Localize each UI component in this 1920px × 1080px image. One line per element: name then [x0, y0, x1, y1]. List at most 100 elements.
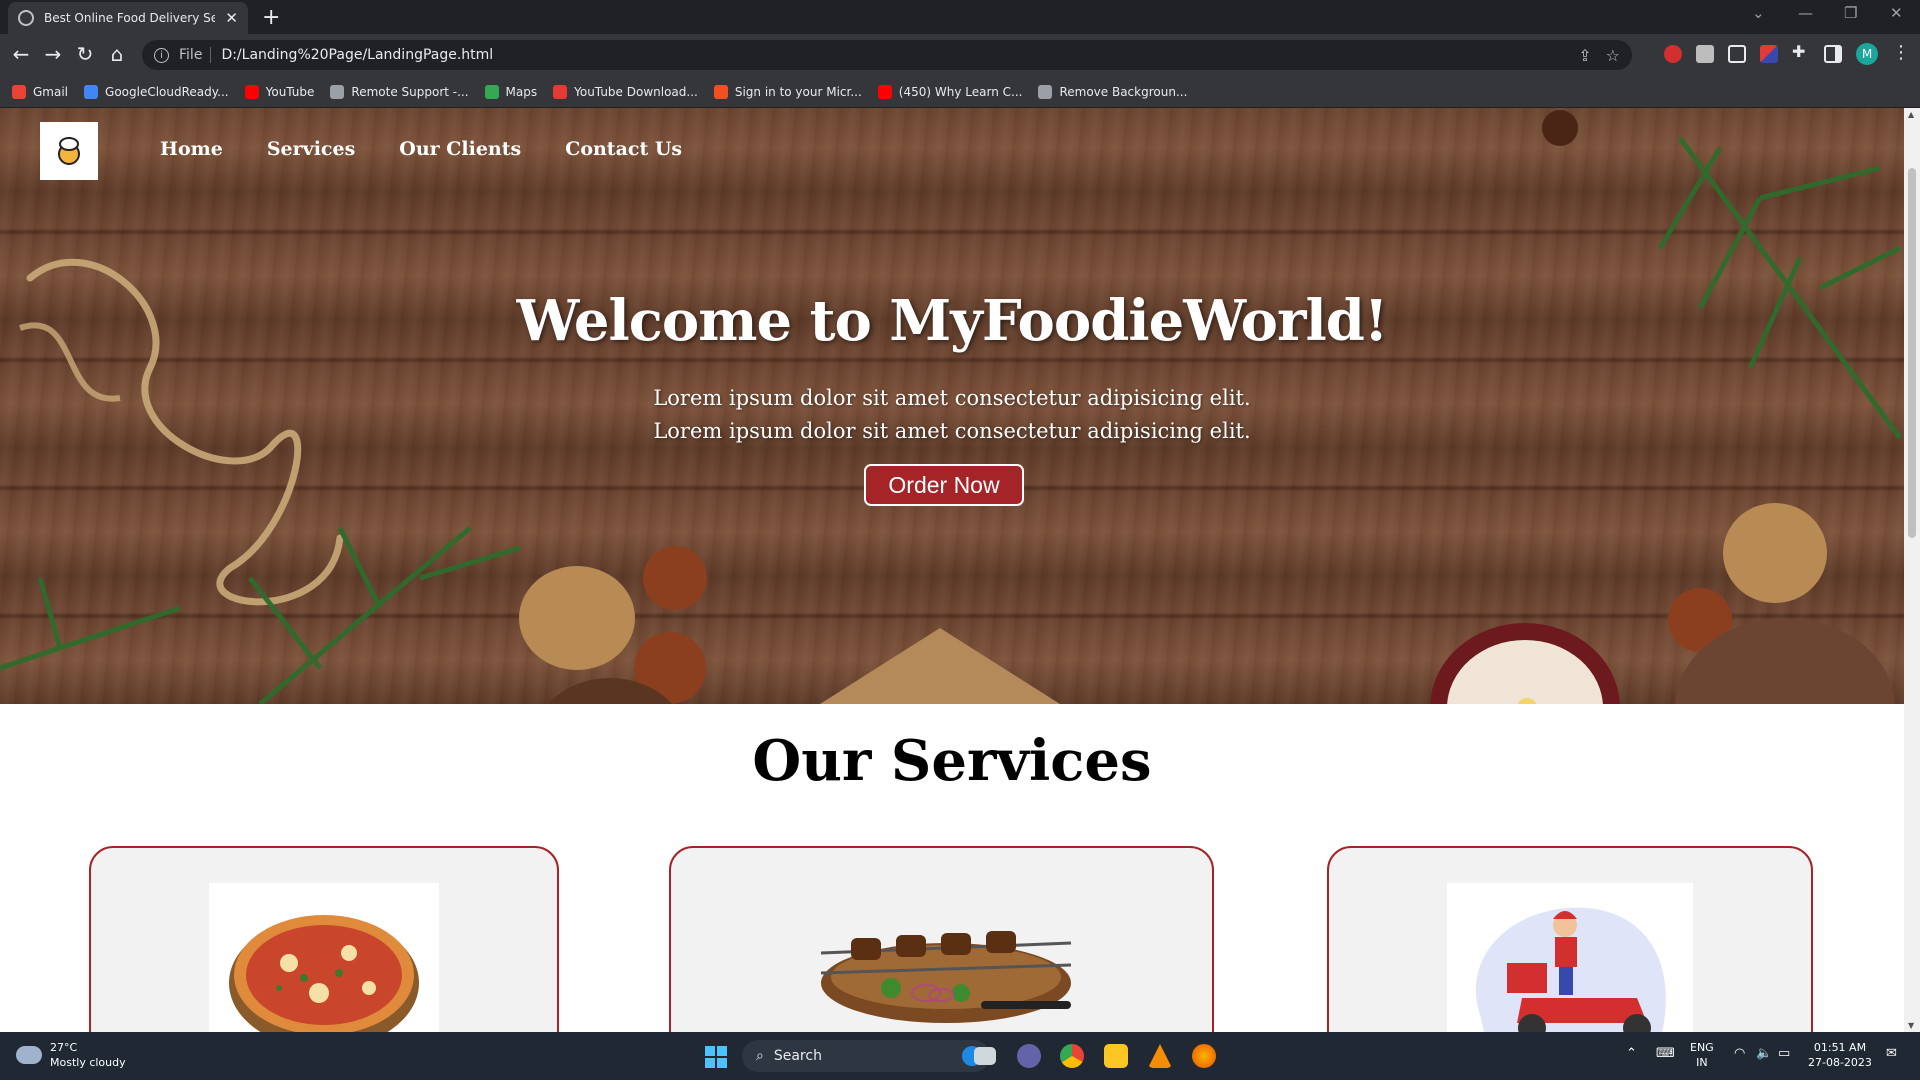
services-title: Our Services: [752, 728, 1152, 794]
kebab-image: [801, 883, 1091, 1032]
browser-tab-bar: Best Online Food Delivery Servic ✕ + ⌄ —…: [0, 0, 1920, 34]
hero-section: Home Services Our Clients Contact Us Welcom…: [0, 108, 1904, 704]
menu-icon[interactable]: ⋮: [1892, 42, 1910, 63]
notifications-icon[interactable]: ✉: [1886, 1046, 1897, 1061]
language-code: ENG: [1690, 1041, 1714, 1054]
taskbar-search[interactable]: ⌕ Search: [742, 1040, 990, 1072]
profile-avatar[interactable]: M: [1856, 43, 1878, 65]
service-card-pizza[interactable]: [89, 846, 559, 1032]
bookmark-item[interactable]: YouTube Download...: [553, 84, 698, 99]
extension-icon[interactable]: [1760, 45, 1778, 63]
windows-start-icon[interactable]: [705, 1046, 727, 1068]
back-button[interactable]: ←: [8, 42, 34, 66]
reload-button[interactable]: ↻: [72, 42, 98, 66]
bookmark-item[interactable]: (450) Why Learn C...: [877, 84, 1023, 99]
scrollbar-thumb[interactable]: [1908, 168, 1916, 538]
nav-link-contact-us[interactable]: Contact Us: [565, 138, 682, 160]
download-icon: [553, 84, 568, 99]
teams-icon[interactable]: [1017, 1044, 1041, 1068]
youtube-icon: [244, 84, 259, 99]
taskbar-search-label: Search: [773, 1048, 822, 1064]
site-navbar: Home Services Our Clients Contact Us: [0, 108, 1904, 196]
youtube-icon: [877, 84, 892, 99]
clock-date: 27-08-2023: [1808, 1056, 1872, 1069]
weather-condition: Mostly cloudy: [50, 1056, 126, 1069]
tab-search-icon[interactable]: ⌄: [1752, 4, 1765, 22]
pizza-image: [209, 883, 439, 1032]
extension-icon[interactable]: [1696, 45, 1714, 63]
firefox-icon[interactable]: [1192, 1044, 1216, 1068]
order-now-button[interactable]: Order Now: [864, 464, 1024, 506]
bookmark-label: Remove Backgroun...: [1059, 84, 1188, 99]
side-panel-icon[interactable]: [1824, 45, 1842, 63]
home-button[interactable]: ⌂: [104, 42, 130, 66]
bookmark-item[interactable]: GoogleCloudReady...: [84, 84, 229, 99]
cloud-icon: [16, 1046, 42, 1064]
remote-support-icon: [330, 84, 345, 99]
bookmark-label: YouTube: [265, 84, 315, 99]
site-logo[interactable]: [40, 122, 98, 180]
file-explorer-icon[interactable]: [1104, 1044, 1128, 1068]
hero-subtitle-line-1: Lorem ipsum dolor sit amet consectetur a…: [653, 386, 1251, 410]
temperature: 27°C: [50, 1041, 78, 1054]
volume-muted-icon[interactable]: 🔈: [1756, 1046, 1772, 1061]
address-bar[interactable]: i File D:/Landing%20Page/LandingPage.htm…: [142, 40, 1632, 70]
page-scrollbar[interactable]: ▲ ▼: [1904, 108, 1920, 1032]
bookmark-label: Sign in to your Micr...: [734, 84, 862, 99]
nav-links: Home Services Our Clients Contact Us: [160, 138, 682, 160]
close-window-button[interactable]: ✕: [1890, 4, 1903, 22]
bookmark-item[interactable]: Gmail: [12, 84, 69, 99]
restore-button[interactable]: ❐: [1844, 4, 1857, 22]
nav-link-home[interactable]: Home: [160, 138, 223, 160]
gmail-icon: [12, 84, 26, 99]
google-icon: [84, 84, 99, 99]
bookmarks-bar: Gmail GoogleCloudReady... YouTube Remote Su…: [0, 76, 1920, 108]
chrome-icon[interactable]: [1060, 1044, 1084, 1068]
puzzle-icon[interactable]: ✚: [1792, 42, 1810, 61]
hero-title: Welcome to MyFoodieWorld!: [516, 288, 1389, 354]
clock[interactable]: 01:51 AM 27-08-2023: [1808, 1040, 1872, 1070]
forward-button[interactable]: →: [40, 42, 66, 66]
language-indicator[interactable]: ENG IN: [1690, 1040, 1714, 1070]
bookmark-label: (450) Why Learn C...: [898, 84, 1023, 99]
extension-icon[interactable]: [1664, 45, 1682, 63]
delivery-scooter-image: [1447, 883, 1693, 1032]
new-tab-button[interactable]: +: [262, 5, 280, 30]
bookmark-item[interactable]: YouTube: [244, 84, 315, 99]
close-tab-icon[interactable]: ✕: [225, 9, 238, 27]
tray-chevron-icon[interactable]: ⌃: [1626, 1046, 1637, 1061]
bookmark-item[interactable]: Sign in to your Micr...: [713, 84, 862, 99]
globe-icon: [18, 10, 34, 26]
bookmark-item[interactable]: Remote Support -...: [330, 84, 469, 99]
vlc-icon[interactable]: [1148, 1044, 1172, 1068]
extension-icon[interactable]: [1728, 45, 1746, 63]
minimize-button[interactable]: —: [1798, 4, 1813, 22]
scroll-up-arrow-icon[interactable]: ▲: [1908, 110, 1914, 119]
info-icon[interactable]: i: [154, 47, 169, 63]
tab-title: Best Online Food Delivery Servic: [44, 11, 216, 25]
keyboard-icon[interactable]: ⌨: [1656, 1046, 1675, 1061]
bookmark-label: GoogleCloudReady...: [105, 84, 229, 99]
url-text[interactable]: D:/Landing%20Page/LandingPage.html: [221, 47, 493, 63]
bookmark-item[interactable]: Maps: [484, 84, 537, 99]
bookmark-label: Gmail: [33, 84, 69, 99]
microsoft-icon: [713, 84, 728, 99]
weather-widget[interactable]: 27°C Mostly cloudy: [16, 1040, 126, 1070]
scroll-down-arrow-icon[interactable]: ▼: [1908, 1021, 1914, 1030]
maps-icon: [484, 84, 499, 99]
nav-link-our-clients[interactable]: Our Clients: [399, 138, 521, 160]
browser-tab-active[interactable]: Best Online Food Delivery Servic ✕: [8, 2, 248, 34]
remove-bg-icon: [1038, 84, 1053, 99]
bookmark-item[interactable]: Remove Backgroun...: [1038, 84, 1188, 99]
chef-logo-icon: [58, 137, 80, 165]
service-card-delivery[interactable]: [1327, 846, 1813, 1032]
search-icon: ⌕: [756, 1048, 764, 1064]
service-card-kebab[interactable]: [669, 846, 1214, 1032]
task-view-icon[interactable]: [974, 1047, 996, 1065]
bookmark-label: Remote Support -...: [351, 84, 469, 99]
battery-icon[interactable]: ▭: [1778, 1046, 1790, 1061]
nav-link-services[interactable]: Services: [267, 138, 355, 160]
bookmark-star-icon[interactable]: ☆: [1606, 46, 1620, 65]
share-icon[interactable]: ⇪: [1578, 46, 1591, 65]
wifi-icon[interactable]: ◠: [1734, 1046, 1745, 1061]
